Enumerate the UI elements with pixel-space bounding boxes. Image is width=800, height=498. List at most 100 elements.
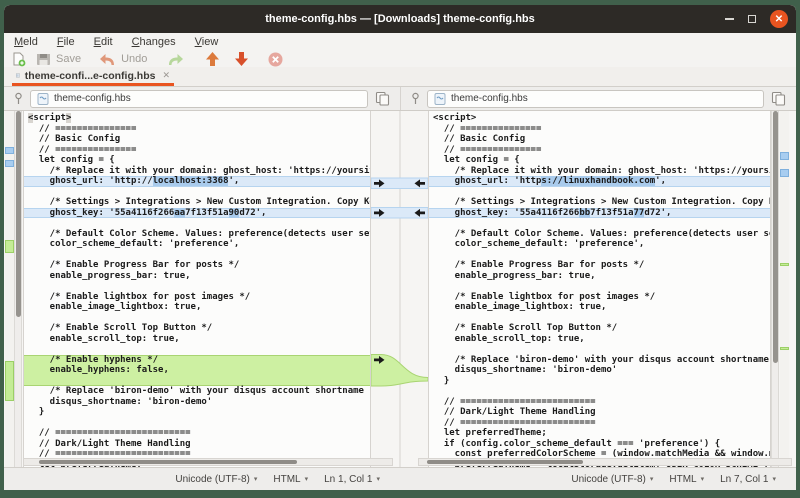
code-line: /* Settings > Integrations > New Custom …	[24, 197, 370, 208]
code-text: // =========================	[433, 397, 596, 407]
editor-pane-left[interactable]: <script> // =============== // Basic Con…	[23, 111, 371, 467]
code-text: }	[28, 407, 44, 417]
new-file-icon	[12, 52, 26, 67]
code-line: <script>	[24, 113, 370, 124]
diffmap-blue-marker[interactable]	[5, 160, 14, 167]
code-text: if (config.color_scheme_default === 'pre…	[433, 439, 720, 449]
active-tab-indicator	[12, 83, 174, 86]
copy-icon[interactable]	[375, 91, 390, 106]
code-line: /* Default Color Scheme. Values: prefere…	[24, 229, 370, 240]
code-line: /* Enable hyphens */	[24, 355, 370, 366]
code-line: /* Default Color Scheme. Values: prefere…	[429, 229, 770, 240]
code-line: // Basic Config	[24, 134, 370, 145]
maximize-button[interactable]	[748, 15, 756, 23]
new-comparison-button[interactable]	[12, 52, 26, 67]
diffmap-green-marker[interactable]	[5, 240, 14, 253]
code-line: let preferredTheme;	[429, 428, 770, 439]
save-button[interactable]: Save	[36, 52, 81, 66]
undo-label: Undo	[121, 53, 147, 65]
diffmap-green-marker[interactable]	[5, 361, 14, 401]
vertical-scrollbar-left[interactable]	[14, 111, 22, 467]
diffmap-blue-marker[interactable]	[780, 152, 789, 160]
code-line: ghost_url: 'https://linuxhandbook.com',	[429, 176, 770, 187]
code-line: <script>	[429, 113, 770, 124]
chevron-down-icon: ▾	[376, 475, 380, 483]
code-text: ',	[655, 176, 666, 186]
tab-theme-config[interactable]: theme-confi...e-config.hbs ✕	[12, 67, 174, 84]
code-text: enable_image_lightbox: true,	[433, 302, 606, 312]
code-text: // =========================	[433, 418, 596, 428]
cursor-position-selector[interactable]: Ln 7, Col 1 ▾	[720, 474, 776, 485]
horizontal-scrollbar-right[interactable]	[418, 458, 792, 466]
titlebar[interactable]: theme-config.hbs — [Downloads] theme-con…	[4, 5, 796, 33]
code-text: d72',	[239, 208, 266, 218]
code-line: /* Replace it with your domain: ghost_ho…	[429, 166, 770, 177]
encoding-selector[interactable]: Unicode (UTF-8) ▾	[175, 474, 257, 485]
syntax-value: HTML	[273, 474, 300, 485]
encoding-selector[interactable]: Unicode (UTF-8) ▾	[571, 474, 653, 485]
menu-edit[interactable]: Edit	[94, 36, 113, 48]
code-text: // ===============	[28, 124, 136, 134]
code-text: // Basic Config	[433, 134, 525, 144]
arrow-down-icon	[235, 52, 248, 66]
arrow-up-icon	[206, 52, 219, 66]
code-text: /* Enable lightbox for post images */	[28, 292, 250, 302]
menu-changes[interactable]: Changes	[132, 36, 176, 48]
code-line: /* Enable Progress Bar for posts */	[429, 260, 770, 271]
diffmap-green-marker[interactable]	[780, 263, 789, 266]
overview-map-left[interactable]	[5, 111, 14, 467]
diffmap-blue-marker[interactable]	[780, 169, 789, 177]
menu-file[interactable]: File	[57, 36, 75, 48]
code-line	[24, 313, 370, 324]
menu-meld[interactable]: Meld	[14, 36, 38, 48]
close-button[interactable]: ✕	[770, 10, 788, 28]
stop-button[interactable]	[268, 52, 283, 67]
next-change-button[interactable]	[235, 52, 248, 66]
code-text: enable_progress_bar: true,	[433, 271, 596, 281]
code-line: ghost_url: 'http://localhost:3368',	[24, 176, 370, 187]
tab-close-icon[interactable]: ✕	[162, 70, 170, 81]
code-line: // Dark/Light Theme Handling	[429, 407, 770, 418]
cursor-position-selector[interactable]: Ln 1, Col 1 ▾	[324, 474, 380, 485]
vertical-scrollbar-right[interactable]	[771, 111, 779, 467]
menu-view[interactable]: View	[195, 36, 219, 48]
code-text: enable_scroll_top: true,	[433, 334, 585, 344]
pin-icon	[411, 92, 420, 106]
encoding-value: Unicode (UTF-8)	[571, 474, 645, 485]
scrollbar-handle[interactable]	[773, 111, 778, 363]
scrollbar-handle[interactable]	[427, 460, 583, 464]
file-selector-right[interactable]: theme-config.hbs	[427, 90, 764, 108]
minimize-button[interactable]	[725, 18, 734, 20]
horizontal-scrollbar-left[interactable]	[23, 458, 393, 466]
code-text: ghost_key: '55a4116f266	[433, 208, 579, 218]
editor-pane-right[interactable]: <script> // =============== // Basic Con…	[428, 111, 771, 467]
scrollbar-handle[interactable]	[16, 111, 21, 317]
cursor-position-value: Ln 7, Col 1	[720, 474, 768, 485]
redo-button[interactable]	[167, 53, 184, 66]
code-line: /* Enable Progress Bar for posts */	[24, 260, 370, 271]
scrollbar-handle[interactable]	[39, 460, 297, 464]
code-line: enable_image_lightbox: true,	[429, 302, 770, 313]
status-left: Unicode (UTF-8) ▾ HTML ▾ Ln 1, Col 1 ▾	[4, 468, 400, 490]
code-text: /* Settings > Integrations > New Custom …	[28, 197, 371, 207]
code-text: ghost_url: 'http://	[28, 176, 153, 186]
file-selector-left[interactable]: theme-config.hbs	[30, 90, 368, 108]
code-text: /* Replace 'biron-demo' with your disqus…	[28, 386, 371, 396]
overview-map-right[interactable]	[780, 111, 789, 467]
diff-inline-segment: >	[66, 113, 71, 123]
change-link-map	[371, 111, 428, 467]
encoding-value: Unicode (UTF-8)	[175, 474, 249, 485]
code-text: // =========================	[28, 428, 191, 438]
code-text: let config = {	[433, 155, 520, 165]
undo-button[interactable]: Undo	[99, 53, 147, 66]
previous-change-button[interactable]	[206, 52, 219, 66]
code-line: // Basic Config	[429, 134, 770, 145]
diffmap-green-marker[interactable]	[780, 347, 789, 350]
code-line	[429, 281, 770, 292]
syntax-selector[interactable]: HTML ▾	[273, 474, 308, 485]
syntax-selector[interactable]: HTML ▾	[669, 474, 704, 485]
diffmap-blue-marker[interactable]	[5, 147, 14, 154]
copy-icon[interactable]	[771, 91, 786, 106]
file-name: theme-config.hbs	[451, 93, 528, 104]
tab-bar: theme-confi...e-config.hbs ✕	[4, 67, 796, 87]
